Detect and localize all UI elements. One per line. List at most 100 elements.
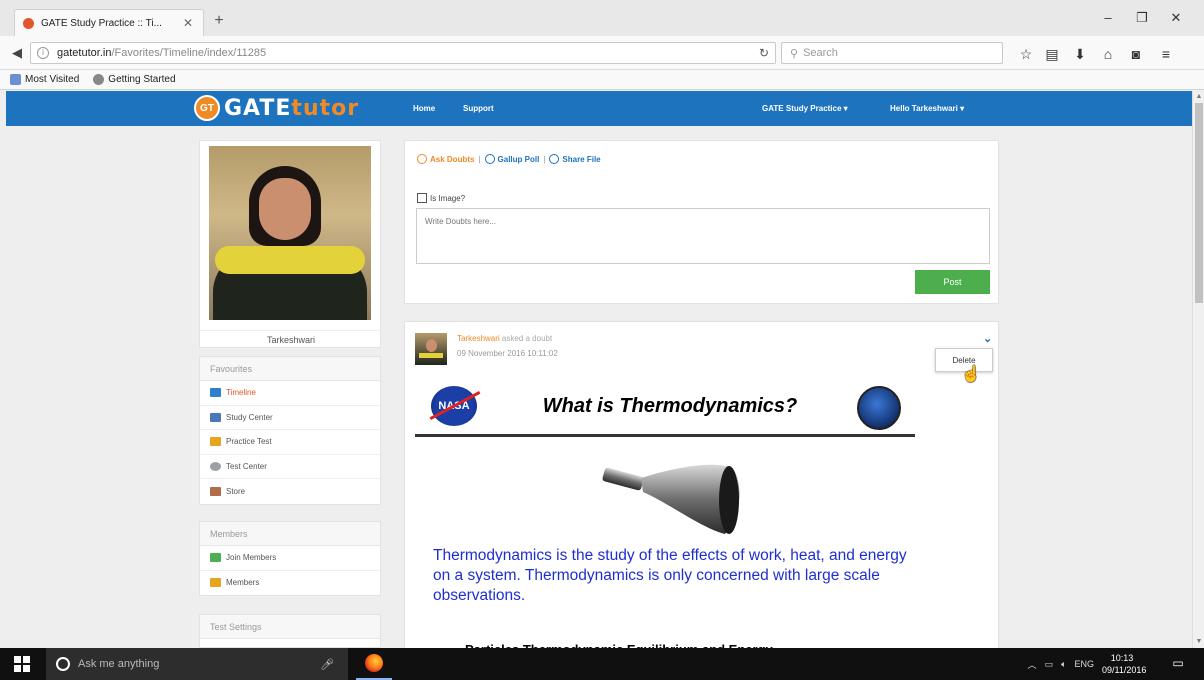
share-icon	[549, 154, 560, 164]
minimize-icon[interactable]: –	[1094, 9, 1122, 27]
post-action-text: asked a doubt	[501, 334, 553, 343]
site-info-icon[interactable]: i	[37, 47, 49, 59]
chevron-down-icon[interactable]: ⌄	[983, 332, 992, 345]
sidebar-item-label: Timeline	[226, 388, 256, 398]
avatar[interactable]	[415, 333, 447, 365]
favourites-heading: Favourites	[200, 357, 380, 381]
scroll-up-icon[interactable]: ▲	[1193, 91, 1204, 103]
profile-name: Tarkeshwari	[200, 330, 382, 345]
window-close-icon[interactable]: ✕	[1162, 9, 1190, 27]
windows-start-icon[interactable]	[14, 656, 30, 672]
profile-photo[interactable]	[209, 146, 371, 320]
sidebar-item-members[interactable]: Members	[200, 571, 380, 596]
sidebar-item-store[interactable]: Store	[200, 479, 380, 504]
bookmark-label: Most Visited	[25, 74, 80, 85]
share-file-tab[interactable]: Share File	[549, 154, 601, 164]
search-icon: ⚲	[790, 47, 799, 60]
logo-badge: GT	[194, 95, 220, 121]
tab-title: GATE Study Practice :: Ti...	[41, 17, 162, 29]
scroll-down-icon[interactable]: ▼	[1193, 636, 1204, 648]
home-icon[interactable]: ⌂	[1098, 44, 1118, 64]
bookmark-star-icon[interactable]: ☆	[1016, 44, 1036, 64]
new-tab-button[interactable]: +	[210, 12, 228, 30]
system-tray: ︿ ▭ 🔈︎ ENG	[1028, 648, 1094, 680]
test-settings-heading: Test Settings	[200, 615, 380, 639]
pocket-icon[interactable]: ◙	[1126, 44, 1146, 64]
cortana-icon	[56, 657, 70, 671]
sidebar-item-practice-test[interactable]: Practice Test	[200, 430, 380, 455]
tray-chevron-icon[interactable]: ︿	[1028, 658, 1037, 671]
bookmark-getting-started[interactable]: Getting Started	[93, 74, 176, 85]
gatetutor-logo[interactable]: GT GATE tutor	[194, 95, 359, 121]
reload-icon[interactable]: ↻	[759, 46, 769, 60]
browser-toolbar: ◀ i gatetutor.in /Favorites/Timeline/ind…	[0, 36, 1204, 70]
downloads-icon[interactable]: ⬇	[1070, 44, 1090, 64]
checkbox-box[interactable]	[417, 193, 427, 203]
address-bar[interactable]: i gatetutor.in /Favorites/Timeline/index…	[30, 42, 776, 64]
bookmarks-bar: Most Visited Getting Started	[0, 70, 1204, 90]
search-placeholder: Search	[803, 47, 838, 59]
action-center-icon[interactable]: ▭	[1170, 656, 1186, 670]
post-author-link[interactable]: Tarkeshwari	[457, 334, 500, 343]
browser-tab-active[interactable]: GATE Study Practice :: Ti... ✕	[14, 9, 204, 36]
bookmark-label: Getting Started	[108, 74, 176, 85]
browser-search-input[interactable]: ⚲ Search	[781, 42, 1003, 64]
gallup-poll-label: Gallup Poll	[497, 154, 540, 164]
ask-doubts-tab[interactable]: Ask Doubts	[417, 154, 474, 164]
firefox-icon	[365, 654, 383, 672]
test-center-icon	[210, 461, 221, 471]
bookmark-most-visited[interactable]: Most Visited	[10, 74, 79, 85]
site-header: GT GATE tutor Home Support GATE Study Pra…	[6, 91, 1192, 126]
network-icon[interactable]: ▭	[1045, 659, 1054, 670]
post-image[interactable]: NASA What is Thermodynamics? Thermodynam…	[415, 382, 915, 650]
timeline-icon	[210, 388, 221, 398]
sidebar-item-join-members[interactable]: Join Members	[200, 546, 380, 571]
doubt-composer: Ask Doubts | Gallup Poll | Share File Is…	[404, 140, 999, 304]
post-button[interactable]: Post	[915, 270, 990, 294]
nav-study-practice-dropdown[interactable]: GATE Study Practice ▾	[762, 91, 848, 126]
composer-actions: Ask Doubts | Gallup Poll | Share File	[417, 154, 601, 164]
post-timestamp: 09 November 2016 10:11:02	[457, 349, 558, 358]
nav-home-link[interactable]: Home	[413, 91, 435, 126]
is-image-label: Is Image?	[430, 193, 466, 203]
ask-doubts-label: Ask Doubts	[430, 154, 475, 164]
separator: |	[543, 154, 546, 164]
members-heading: Members	[200, 522, 380, 546]
site-favicon-icon	[23, 17, 34, 29]
page-scrollbar[interactable]: ▲ ▼	[1192, 91, 1204, 648]
favourites-panel: Favourites Timeline Study Center Practic…	[199, 356, 381, 505]
store-icon	[210, 486, 221, 496]
nav-support-link[interactable]: Support	[463, 91, 494, 126]
back-arrow-icon[interactable]: ◀	[6, 43, 28, 63]
members-panel: Members Join Members Members	[199, 521, 381, 596]
taskbar-clock[interactable]: 10:13 09/11/2016	[1102, 652, 1147, 676]
sidebar-item-timeline[interactable]: Timeline	[200, 381, 380, 406]
sidebar-item-study-center[interactable]: Study Center	[200, 406, 380, 430]
firefox-taskbar-button[interactable]	[356, 648, 392, 680]
divider	[415, 434, 915, 437]
clock-date: 09/11/2016	[1102, 665, 1147, 675]
microphone-icon[interactable]: 🎤︎	[320, 658, 334, 671]
nasa-logo: NASA	[431, 386, 477, 426]
volume-icon[interactable]: 🔈︎	[1061, 659, 1066, 670]
url-host: gatetutor.in	[57, 47, 112, 59]
doubt-textarea[interactable]	[416, 208, 990, 264]
sidebar-item-label: Join Members	[226, 553, 277, 563]
reading-list-icon[interactable]: ▤	[1042, 44, 1062, 64]
scrollbar-thumb[interactable]	[1195, 103, 1203, 303]
sidebar-item-label: Store	[226, 486, 246, 496]
tab-close-icon[interactable]: ✕	[181, 16, 195, 30]
gallup-poll-tab[interactable]: Gallup Poll	[484, 154, 540, 164]
nav-user-menu-dropdown[interactable]: Hello Tarkeshwari ▾	[890, 91, 964, 126]
language-indicator[interactable]: ENG	[1074, 659, 1094, 669]
sidebar-item-test-center[interactable]: Test Center	[200, 455, 380, 479]
restore-icon[interactable]: ❐	[1128, 9, 1156, 27]
url-path: /Favorites/Timeline/index/11285	[111, 47, 267, 59]
sidebar-item-label: Study Center	[226, 412, 273, 422]
hand-cursor-icon: ☝	[961, 366, 981, 383]
share-file-label: Share File	[562, 154, 601, 164]
hamburger-menu-icon[interactable]: ≡	[1156, 44, 1176, 64]
sidebar-item-label: Practice Test	[226, 437, 272, 447]
is-image-checkbox[interactable]: Is Image?	[417, 193, 465, 203]
cortana-search-input[interactable]: Ask me anything 🎤︎	[46, 648, 348, 680]
